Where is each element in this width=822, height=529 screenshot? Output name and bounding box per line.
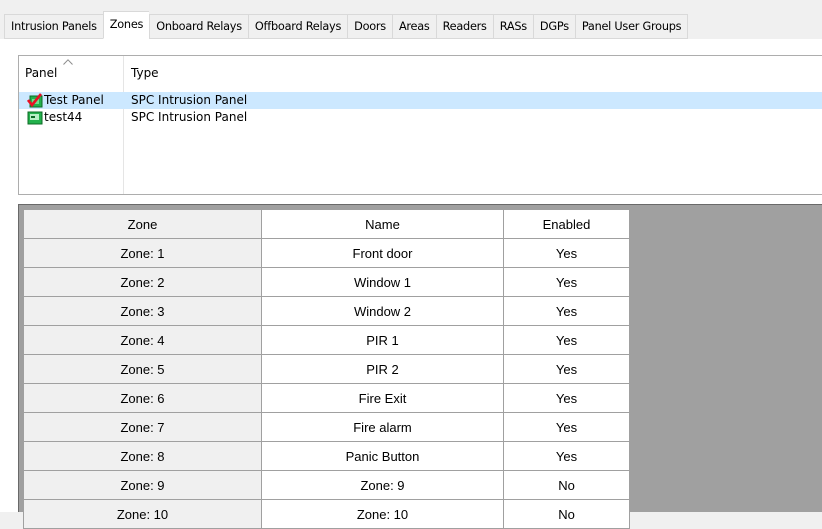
- enabled-cell[interactable]: Yes: [503, 238, 630, 268]
- enabled-cell[interactable]: Yes: [503, 354, 630, 384]
- zone-row[interactable]: Zone: 5 PIR 2 Yes: [23, 354, 630, 384]
- enabled-cell[interactable]: Yes: [503, 296, 630, 326]
- enabled-cell[interactable]: Yes: [503, 441, 630, 471]
- zone-cell[interactable]: Zone: 10: [23, 499, 262, 529]
- enabled-cell[interactable]: No: [503, 499, 630, 529]
- enabled-cell[interactable]: Yes: [503, 325, 630, 355]
- enabled-column-header[interactable]: Enabled: [503, 209, 630, 239]
- tab-list: Intrusion Panels Zones Onboard Relays Offbo…: [4, 11, 689, 39]
- panel-type: SPC Intrusion Panel: [131, 110, 248, 124]
- enabled-cell[interactable]: No: [503, 470, 630, 500]
- panel-icon: [27, 111, 43, 125]
- name-cell[interactable]: PIR 2: [261, 354, 504, 384]
- name-cell[interactable]: PIR 1: [261, 325, 504, 355]
- name-cell[interactable]: Fire Exit: [261, 383, 504, 413]
- tab-readers[interactable]: Readers: [435, 14, 493, 39]
- zone-row[interactable]: Zone: 4 PIR 1 Yes: [23, 325, 630, 355]
- panel-checked-icon: [27, 93, 43, 108]
- zone-column-header[interactable]: Zone: [23, 209, 262, 239]
- zone-cell[interactable]: Zone: 9: [23, 470, 262, 500]
- enabled-cell[interactable]: Yes: [503, 267, 630, 297]
- zone-cell[interactable]: Zone: 6: [23, 383, 262, 413]
- panel-row-test44[interactable]: test44 SPC Intrusion Panel: [19, 109, 822, 126]
- zone-row[interactable]: Zone: 9 Zone: 9 No: [23, 470, 630, 500]
- zone-row[interactable]: Zone: 10 Zone: 10 No: [23, 499, 630, 529]
- tab-dgps[interactable]: DGPs: [532, 14, 575, 39]
- zone-cell[interactable]: Zone: 1: [23, 238, 262, 268]
- name-cell[interactable]: Zone: 10: [261, 499, 504, 529]
- name-cell[interactable]: Window 2: [261, 296, 504, 326]
- zones-grid[interactable]: Zone Name Enabled Zone: 1 Front door Yes Zo…: [23, 209, 630, 529]
- name-cell[interactable]: Window 1: [261, 267, 504, 297]
- enabled-cell[interactable]: Yes: [503, 412, 630, 442]
- panel-column-header[interactable]: Panel: [25, 66, 57, 80]
- tab-panel-user-groups[interactable]: Panel User Groups: [574, 14, 689, 39]
- zone-cell[interactable]: Zone: 5: [23, 354, 262, 384]
- tab-doors[interactable]: Doors: [347, 14, 392, 39]
- panels-list[interactable]: Panel Type Test Panel SPC Intrusion Pane…: [18, 55, 822, 195]
- panel-row-test-panel[interactable]: Test Panel SPC Intrusion Panel: [19, 92, 822, 109]
- tab-intrusion-panels[interactable]: Intrusion Panels: [4, 14, 103, 39]
- tab-strip: Intrusion Panels Zones Onboard Relays Offbo…: [0, 0, 822, 40]
- zone-row[interactable]: Zone: 6 Fire Exit Yes: [23, 383, 630, 413]
- tab-onboard-relays[interactable]: Onboard Relays: [149, 14, 248, 39]
- zone-cell[interactable]: Zone: 8: [23, 441, 262, 471]
- zone-cell[interactable]: Zone: 2: [23, 267, 262, 297]
- name-column-header[interactable]: Name: [261, 209, 504, 239]
- tab-zones[interactable]: Zones: [102, 11, 150, 39]
- tab-rass[interactable]: RASs: [492, 14, 533, 39]
- type-column-header[interactable]: Type: [131, 66, 159, 80]
- tab-offboard-relays[interactable]: Offboard Relays: [247, 14, 348, 39]
- name-cell[interactable]: Panic Button: [261, 441, 504, 471]
- panel-name: test44: [44, 110, 83, 124]
- zones-grid-container: Zone Name Enabled Zone: 1 Front door Yes Zo…: [18, 204, 822, 529]
- name-cell[interactable]: Front door: [261, 238, 504, 268]
- zone-cell[interactable]: Zone: 3: [23, 296, 262, 326]
- zone-row[interactable]: Zone: 7 Fire alarm Yes: [23, 412, 630, 442]
- sort-ascending-icon: [63, 59, 73, 65]
- zones-grid-header: Zone Name Enabled: [23, 209, 630, 239]
- zone-cell[interactable]: Zone: 7: [23, 412, 262, 442]
- panel-name: Test Panel: [44, 93, 104, 107]
- zone-cell[interactable]: Zone: 4: [23, 325, 262, 355]
- panels-list-header: Panel Type: [19, 56, 822, 89]
- name-cell[interactable]: Zone: 9: [261, 470, 504, 500]
- enabled-cell[interactable]: Yes: [503, 383, 630, 413]
- zones-tab-page: Panel Type Test Panel SPC Intrusion Pane…: [0, 39, 822, 529]
- zone-row[interactable]: Zone: 8 Panic Button Yes: [23, 441, 630, 471]
- zone-row[interactable]: Zone: 3 Window 2 Yes: [23, 296, 630, 326]
- zone-row[interactable]: Zone: 2 Window 1 Yes: [23, 267, 630, 297]
- panel-type: SPC Intrusion Panel: [131, 93, 248, 107]
- name-cell[interactable]: Fire alarm: [261, 412, 504, 442]
- tab-areas[interactable]: Areas: [391, 14, 436, 39]
- zone-row[interactable]: Zone: 1 Front door Yes: [23, 238, 630, 268]
